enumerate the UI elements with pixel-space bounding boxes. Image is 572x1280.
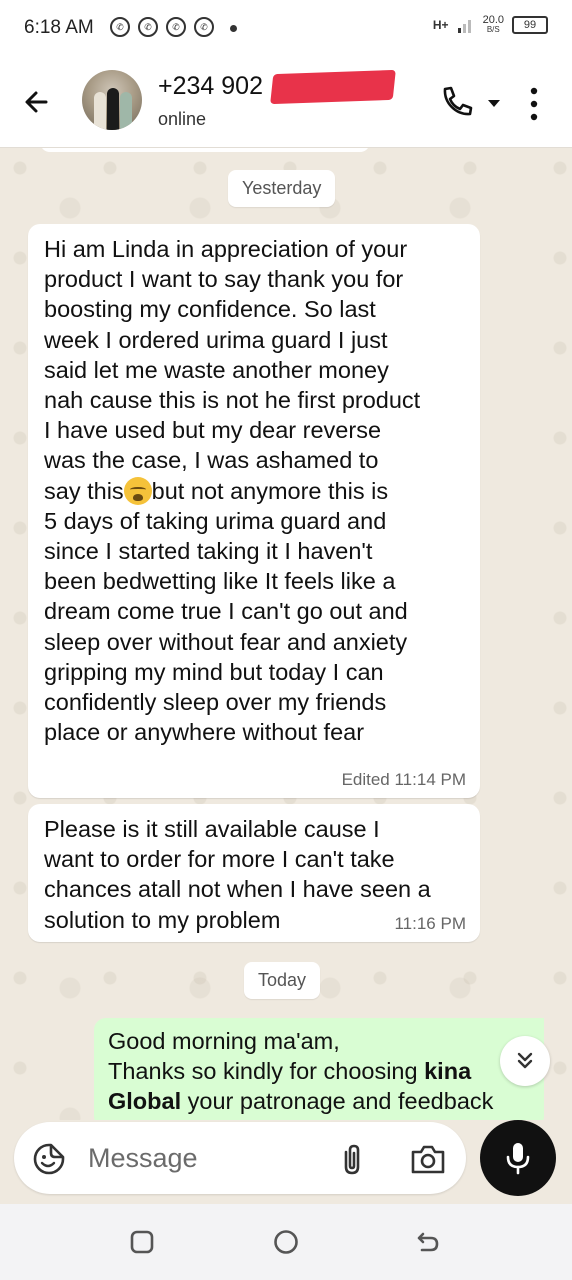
avatar-figure: [94, 92, 106, 130]
net-speed-value: 20.0: [482, 14, 504, 26]
brand-text: Global: [108, 1088, 182, 1115]
message-text-part: Hi am Linda in appreciation of your prod…: [44, 236, 421, 504]
home-icon[interactable]: [272, 1228, 300, 1256]
scroll-to-bottom-button[interactable]: [500, 1036, 550, 1086]
message-meta: Edited 11:14 PM: [341, 770, 466, 789]
whatsapp-icon: ✆: [194, 17, 214, 37]
message-input[interactable]: [88, 1140, 318, 1176]
system-nav-bar: [0, 1204, 572, 1280]
redaction-mark: [270, 69, 396, 105]
outgoing-message[interactable]: Good morning ma'am, Thanks so kindly for…: [94, 1018, 544, 1120]
whatsapp-icon: ✆: [166, 17, 186, 37]
net-speed: 20.0 B/S: [482, 14, 504, 35]
status-bar: 6:18 AM ✆ ✆ ✆ ✆ H+ 20.0 B/S 99: [0, 0, 572, 58]
contact-name[interactable]: +234 902: [158, 72, 263, 101]
recent-apps-icon[interactable]: [128, 1228, 156, 1256]
network-type: H+: [432, 18, 449, 32]
incoming-message[interactable]: Please is it still available cause I wan…: [28, 804, 480, 942]
message-line: Global your patronage and feedback: [108, 1086, 530, 1116]
more-notifications-dot-icon: [230, 25, 237, 32]
voice-call-icon[interactable]: [436, 82, 476, 122]
chat-area[interactable]: Yesterday Hi am Linda in appreciation of…: [0, 148, 572, 1120]
camera-icon[interactable]: [410, 1142, 446, 1176]
brand-text: kina: [424, 1058, 472, 1085]
emoji-sticker-icon[interactable]: [32, 1142, 66, 1176]
avatar-figure: [120, 92, 132, 130]
avatar-figure: [107, 88, 119, 130]
message-text-part: your patronage and feedback: [181, 1088, 494, 1115]
crying-face-emoji-icon: [123, 476, 152, 505]
microphone-icon: [506, 1143, 530, 1175]
message-composer: [14, 1122, 466, 1194]
message-line: Good morning ma'am,: [108, 1028, 340, 1054]
message-text-part: Thanks so kindly for choosing: [108, 1058, 425, 1085]
status-time: 6:18 AM: [24, 17, 94, 38]
more-options-icon[interactable]: [524, 84, 544, 124]
whatsapp-icon: ✆: [110, 17, 130, 37]
message-line: Thanks so kindly for choosing kina: [108, 1056, 530, 1086]
whatsapp-icon: ✆: [138, 17, 158, 37]
notification-icons: ✆ ✆ ✆ ✆: [110, 17, 214, 37]
net-speed-unit: B/S: [486, 25, 500, 34]
battery-icon: 99: [512, 16, 548, 34]
signal-icon: [457, 20, 471, 33]
back-arrow-icon[interactable]: [18, 82, 58, 122]
chat-header: +234 902 online: [0, 58, 572, 148]
status-right: H+ 20.0 B/S 99: [432, 14, 548, 35]
contact-status: online: [158, 109, 207, 129]
chevron-down-icon[interactable]: [485, 94, 503, 112]
avatar[interactable]: [82, 70, 142, 130]
message-text: Good morning ma'am, Thanks so kindly for…: [94, 1018, 544, 1117]
double-chevron-down-icon: [517, 1052, 533, 1069]
date-chip-yesterday: Yesterday: [228, 170, 336, 207]
message-time: 11:16 PM: [394, 914, 466, 933]
voice-message-button[interactable]: [480, 1120, 556, 1196]
back-icon[interactable]: [414, 1228, 442, 1256]
message-text: Hi am Linda in appreciation of your prod…: [28, 224, 480, 747]
message-text-part: but not anymore this is 5 days of taking…: [44, 477, 408, 746]
paperclip-icon[interactable]: [338, 1142, 366, 1176]
previous-message-edge: [40, 148, 370, 152]
incoming-message[interactable]: Hi am Linda in appreciation of your prod…: [28, 224, 480, 798]
date-chip-today: Today: [244, 962, 321, 999]
